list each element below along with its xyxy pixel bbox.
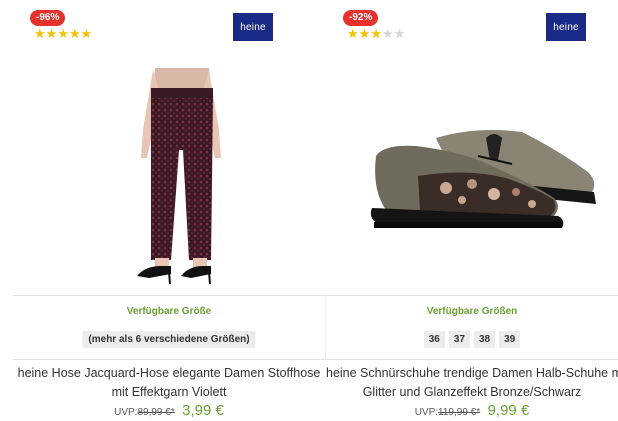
product-title-line: Glitter und Glanzeffekt Bronze/Schwarz — [362, 385, 582, 399]
star-empty-icon: ★ — [393, 26, 406, 41]
product-image-shoe[interactable] — [326, 60, 618, 292]
sizes-heading: Verfügbare Größe — [126, 306, 212, 317]
product-card[interactable]: -96% ★★★★★ heine Verfügbare Größe (mehr … — [13, 0, 325, 421]
more-sizes-note[interactable]: (mehr als 6 verschiedene Größen) — [82, 331, 256, 348]
discount-badge: -92% — [343, 10, 379, 26]
product-title[interactable]: heine Hose Jacquard-Hose elegante Damen … — [13, 364, 325, 402]
product-image-trousers[interactable] — [13, 60, 325, 292]
price-block: UVP:89,99 €* 3,99 € — [13, 402, 325, 420]
brand-logo[interactable]: heine — [546, 13, 586, 41]
star-icon: ★ — [34, 26, 46, 41]
divider — [13, 359, 325, 360]
new-price: 3,99 € — [182, 402, 224, 419]
product-title-line: heine Hose Jacquard-Hose elegante Damen … — [17, 366, 321, 380]
size-option[interactable]: 39 — [499, 331, 521, 348]
star-icon: ★ — [347, 26, 359, 41]
discount-badge: -96% — [30, 10, 66, 26]
brand-logo[interactable]: heine — [233, 13, 273, 41]
star-icon: ★ — [45, 26, 58, 41]
new-price: 9,99 € — [487, 402, 530, 419]
product-card[interactable]: -92% ★★★★★ heine Verfügbare Größen 36 37… — [326, 0, 618, 421]
rating-stars: ★★★★★ — [347, 27, 405, 40]
uvp-label: UVP: — [414, 407, 439, 418]
star-icon: ★ — [358, 26, 371, 41]
old-price: 119,99 €* — [438, 407, 481, 418]
product-title-line: heine Schnürschuhe trendige Damen Halb-S… — [326, 366, 618, 380]
star-empty-icon: ★ — [381, 26, 394, 41]
rating-stars: ★★★★★ — [34, 27, 92, 40]
size-option[interactable]: 36 — [423, 331, 445, 348]
size-option[interactable]: 37 — [448, 331, 470, 348]
price-block: UVP:119,99 €* 9,99 € — [326, 402, 618, 420]
star-icon: ★ — [80, 26, 93, 41]
product-title[interactable]: heine Schnürschuhe trendige Damen Halb-S… — [326, 364, 618, 402]
divider — [326, 295, 618, 296]
star-icon: ★ — [370, 26, 382, 41]
sizes-heading: Verfügbare Größen — [426, 306, 518, 317]
size-option[interactable]: 38 — [474, 331, 496, 348]
star-icon: ★ — [57, 26, 69, 41]
product-title-line: mit Effektgarn Violett — [111, 385, 227, 399]
size-list: 36 37 38 39 — [326, 331, 618, 348]
divider — [13, 295, 325, 296]
divider — [326, 359, 618, 360]
star-icon: ★ — [68, 26, 81, 41]
uvp-label: UVP: — [114, 407, 138, 418]
old-price: 89,99 €* — [137, 407, 175, 418]
